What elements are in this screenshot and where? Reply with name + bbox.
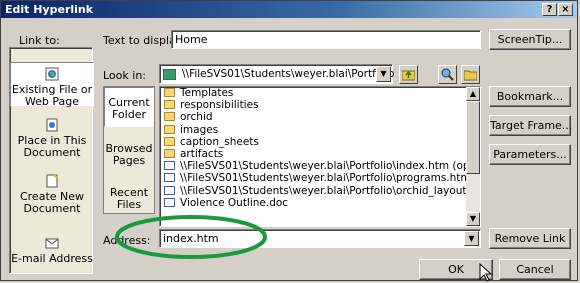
look-in-dropdown-arrow[interactable]: ▼ xyxy=(376,66,391,82)
network-folder-icon xyxy=(163,69,176,80)
file-list-item-name: caption_sheets xyxy=(180,135,259,148)
file-list-item[interactable]: Violence Outline.doc xyxy=(160,197,480,209)
file-list-item[interactable]: Templates xyxy=(160,87,480,99)
folder-icon xyxy=(164,88,175,97)
link-email-address[interactable]: E-mail Address xyxy=(10,236,94,265)
file-list-item-name: \\FileSVS01\Students\weyer.blai\Portfoli… xyxy=(180,184,481,197)
web-page-icon xyxy=(164,161,175,171)
folder-icon xyxy=(164,148,175,158)
file-list-item-name: images xyxy=(180,123,219,136)
globe-page-icon xyxy=(45,67,59,81)
scroll-thumb[interactable] xyxy=(466,101,480,174)
link-create-line2: Document xyxy=(23,202,81,215)
file-list-item-name: responsibilities xyxy=(180,99,259,112)
place-current-folder[interactable]: Current Folder xyxy=(104,87,154,127)
close-button[interactable]: × xyxy=(558,3,573,16)
cancel-button[interactable]: Cancel xyxy=(499,259,571,280)
folder-icon xyxy=(164,124,175,134)
file-rows: Templates responsibilities orchid images cap… xyxy=(160,87,480,209)
web-page-icon xyxy=(164,173,175,183)
link-existing-file-line2: Web Page xyxy=(24,95,80,108)
place-recent-files[interactable]: Recent Files xyxy=(104,187,154,211)
bookmark-button[interactable]: Bookmark... xyxy=(489,86,571,107)
window-title: Edit Hyperlink xyxy=(5,3,94,16)
link-place-in-document[interactable]: Place in This Document xyxy=(10,118,94,159)
file-list-item[interactable]: images xyxy=(160,124,480,136)
text-to-display-input[interactable]: Home xyxy=(171,30,481,49)
look-in-value: \\FileSVS01\Students\weyer.blai\Portfoli… xyxy=(182,68,395,80)
link-to-bar: Existing File or Web Page Place in This … xyxy=(9,47,94,274)
web-page-icon xyxy=(164,185,175,195)
address-label: Address: xyxy=(103,234,151,247)
file-list-item-name: artifacts xyxy=(180,147,224,160)
address-value: index.htm xyxy=(163,232,219,245)
file-list-item-name: orchid xyxy=(180,111,213,124)
places-bar: Current Folder Browsed Pages Recent File… xyxy=(103,86,155,214)
remove-link-button[interactable]: Remove Link xyxy=(489,228,571,249)
search-web-icon xyxy=(441,68,454,81)
parameters-button[interactable]: Parameters... xyxy=(489,144,571,165)
address-combo[interactable]: index.htm ▼ xyxy=(159,229,481,248)
new-document-icon xyxy=(46,174,58,188)
target-frame-button[interactable]: Target Frame... xyxy=(489,115,572,136)
look-in-combo[interactable]: \\FileSVS01\Students\weyer.blai\Portfoli… xyxy=(159,64,395,84)
scroll-down-button[interactable]: ▼ xyxy=(466,212,480,226)
title-bar[interactable]: Edit Hyperlink ? × xyxy=(1,1,577,18)
scroll-up-button[interactable]: ▲ xyxy=(466,87,480,101)
envelope-icon xyxy=(45,238,59,249)
edit-hyperlink-dialog: Edit Hyperlink ? × Link to: Existing Fil… xyxy=(0,0,578,282)
place-current-line2: Folder xyxy=(112,108,146,121)
file-list-item-name: \\FileSVS01\Students\weyer.blai\Portfoli… xyxy=(180,172,481,185)
file-list-item-name: \\FileSVS01\Students\weyer.blai\Portfoli… xyxy=(180,160,481,173)
file-list-scrollbar[interactable]: ▲ ▼ xyxy=(466,87,480,226)
help-button[interactable]: ? xyxy=(542,3,557,16)
file-list-item[interactable]: \\FileSVS01\Students\weyer.blai\Portfoli… xyxy=(160,160,480,172)
screentip-button[interactable]: ScreenTip... xyxy=(489,29,571,50)
address-dropdown-arrow[interactable]: ▼ xyxy=(464,231,479,246)
look-in-label: Look in: xyxy=(103,69,146,82)
folder-icon xyxy=(164,112,175,122)
place-recent-line2: Files xyxy=(116,198,142,211)
browse-file-button[interactable] xyxy=(461,65,480,84)
file-list-item[interactable]: artifacts xyxy=(160,148,480,160)
file-list-item-name: Violence Outline.doc xyxy=(180,196,289,209)
link-to-label: Link to: xyxy=(19,34,60,47)
folder-icon xyxy=(164,136,175,146)
mouse-pointer-icon xyxy=(479,263,493,282)
place-browsed-line2: Pages xyxy=(112,154,146,167)
file-list[interactable]: Templates responsibilities orchid images cap… xyxy=(159,86,481,227)
file-list-item[interactable]: responsibilities xyxy=(160,99,480,111)
file-list-item[interactable]: orchid xyxy=(160,111,480,123)
link-place-line2: Document xyxy=(23,146,81,159)
open-folder-icon xyxy=(464,70,477,81)
folder-icon xyxy=(164,100,175,110)
document-anchor-icon xyxy=(46,118,58,132)
place-browsed-pages[interactable]: Browsed Pages xyxy=(104,143,154,167)
word-document-icon xyxy=(164,197,175,207)
browse-web-button[interactable] xyxy=(438,65,457,84)
link-create-new-document[interactable]: Create New Document xyxy=(10,174,94,215)
file-list-item[interactable]: \\FileSVS01\Students\weyer.blai\Portfoli… xyxy=(160,172,480,184)
file-list-item[interactable]: \\FileSVS01\Students\weyer.blai\Portfoli… xyxy=(160,185,480,197)
up-one-folder-button[interactable] xyxy=(399,65,418,84)
up-folder-icon xyxy=(402,70,415,81)
file-list-item-name: Templates xyxy=(180,87,234,99)
link-email-line1: E-mail Address xyxy=(11,252,93,265)
file-list-item[interactable]: caption_sheets xyxy=(160,136,480,148)
link-existing-file[interactable]: Existing File or Web Page xyxy=(10,62,94,108)
